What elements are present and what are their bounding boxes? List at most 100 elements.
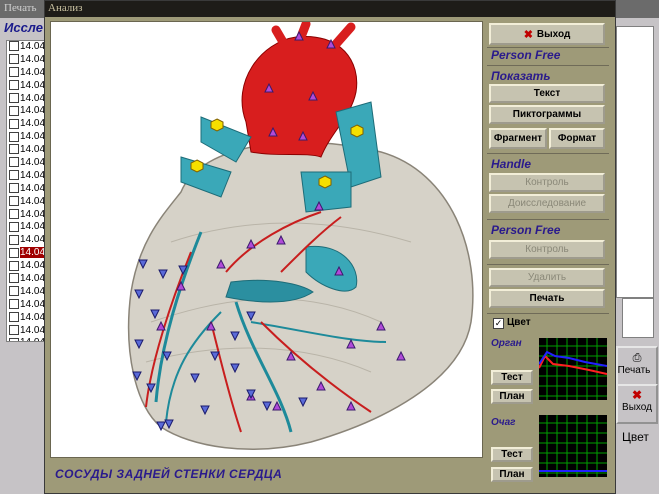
exit-button[interactable]: ✖ Выход	[489, 23, 605, 45]
analysis-dialog: Анализ СОСУДЫ ЗАДНЕЙ СТЕНКИ СЕРДЦА ✖ Вых…	[44, 0, 616, 494]
background-exit-button[interactable]: ✖ Выход	[616, 384, 658, 424]
row-checkbox[interactable]	[9, 80, 19, 91]
row-date-label: 14.04	[20, 324, 46, 336]
list-item[interactable]: 14.04	[7, 273, 49, 286]
row-checkbox[interactable]	[9, 247, 19, 258]
list-item[interactable]: 14.04	[7, 196, 49, 209]
row-checkbox[interactable]	[9, 221, 19, 232]
row-date-label: 14.04	[20, 260, 46, 272]
focus-test-button[interactable]: Тест	[491, 447, 533, 462]
row-checkbox[interactable]	[9, 183, 19, 194]
row-checkbox[interactable]	[9, 118, 19, 129]
row-checkbox[interactable]	[9, 170, 19, 181]
list-item[interactable]: 14.04	[7, 118, 49, 131]
list-item[interactable]: 14.04	[7, 221, 49, 234]
background-color-label: Цвет	[622, 430, 649, 444]
person-label-1: Person Free	[491, 48, 561, 62]
list-item[interactable]: 14.04	[7, 312, 49, 325]
row-date-label: 14.04	[20, 131, 46, 143]
control-button-2[interactable]: Контроль	[489, 240, 605, 259]
row-checkbox[interactable]	[9, 144, 19, 155]
list-item[interactable]: 14.04	[7, 93, 49, 106]
list-item[interactable]: 14.04	[7, 325, 49, 338]
control-button-1[interactable]: Контроль	[489, 173, 605, 192]
color-checkbox-label: Цвет	[507, 317, 531, 328]
row-checkbox[interactable]	[9, 92, 19, 103]
organ-chart	[538, 338, 608, 400]
dialog-sidebar: ✖ Выход Person Free Показать Текст Пикто…	[487, 21, 611, 491]
row-checkbox[interactable]	[9, 312, 19, 323]
list-item[interactable]: 14.04	[7, 41, 49, 54]
list-item[interactable]: 14.04	[7, 209, 49, 222]
heart-illustration	[127, 19, 474, 450]
background-list-panel: Иссле 14.04 14.04 14.04 14.04 14.04 14.04 14.0…	[0, 18, 50, 342]
row-date-label: 14.04	[20, 144, 46, 156]
list-item[interactable]: 14.04	[7, 144, 49, 157]
row-date-label: 14.04	[20, 337, 45, 341]
row-checkbox[interactable]	[9, 337, 19, 341]
organ-test-button[interactable]: Тест	[491, 370, 533, 385]
color-checkbox[interactable]: ✓	[493, 318, 504, 329]
list-item[interactable]: 14.04	[7, 183, 49, 196]
background-right-panel-2	[622, 298, 654, 338]
row-date-label: 14.04	[20, 182, 46, 194]
fragment-button[interactable]: Фрагмент	[489, 128, 547, 149]
separator	[487, 153, 609, 154]
row-checkbox[interactable]	[9, 208, 19, 219]
pictograms-button[interactable]: Пиктограммы	[489, 105, 605, 124]
list-item[interactable]: 14.04	[7, 80, 49, 93]
list-item[interactable]: 14.04	[7, 105, 49, 118]
list-item[interactable]: 14.04	[7, 286, 49, 299]
row-date-label: 14.04	[20, 311, 46, 323]
row-checkbox[interactable]	[9, 105, 19, 116]
list-item[interactable]: 14.04	[7, 260, 49, 273]
list-item[interactable]: 14.04	[7, 170, 49, 183]
close-icon: ✖	[631, 388, 643, 402]
heart-illustration-canvas[interactable]	[50, 19, 483, 458]
background-right-panel	[616, 26, 654, 298]
row-checkbox[interactable]	[9, 286, 19, 297]
format-button[interactable]: Формат	[549, 128, 605, 149]
row-date-label: 14.04	[20, 53, 46, 65]
row-date-label: 14.04	[20, 221, 46, 233]
additional-research-button[interactable]: Доисследование	[489, 194, 605, 213]
row-checkbox[interactable]	[9, 234, 19, 245]
list-item[interactable]: 14.04	[7, 131, 49, 144]
row-date-label: 14.04	[20, 285, 46, 297]
row-checkbox[interactable]	[9, 67, 19, 78]
focus-label: Очаг	[491, 417, 516, 428]
delete-button[interactable]: Удалить	[489, 268, 605, 287]
print-button[interactable]: Печать	[489, 289, 605, 308]
background-title: Печать	[4, 2, 37, 14]
row-checkbox[interactable]	[9, 131, 19, 142]
row-checkbox[interactable]	[9, 157, 19, 168]
list-item[interactable]: 14.04	[7, 67, 49, 80]
separator	[487, 219, 609, 220]
background-list-header: Иссле	[4, 20, 43, 35]
list-item[interactable]: 14.04	[7, 299, 49, 312]
row-date-label: 14.04	[20, 105, 46, 117]
text-button[interactable]: Текст	[489, 84, 605, 103]
row-checkbox[interactable]	[9, 273, 19, 284]
row-checkbox[interactable]	[9, 324, 19, 335]
dialog-titlebar: Анализ	[45, 1, 615, 17]
row-date-label: 14.04	[20, 298, 46, 310]
background-print-button[interactable]: ⎙ Печать	[616, 346, 658, 386]
list-item[interactable]: 14.04	[7, 157, 49, 170]
focus-plan-button[interactable]: План	[491, 467, 533, 482]
list-item[interactable]: 14.04	[7, 337, 49, 341]
row-checkbox[interactable]	[9, 196, 19, 207]
organ-plan-button[interactable]: План	[491, 389, 533, 404]
illustration-caption: СОСУДЫ ЗАДНЕЙ СТЕНКИ СЕРДЦА	[55, 467, 283, 481]
row-date-label: 14.04	[20, 118, 46, 130]
list-item[interactable]: 14.04	[7, 247, 49, 260]
row-checkbox[interactable]	[9, 54, 19, 65]
list-item[interactable]: 14.04	[7, 234, 49, 247]
close-icon: ✖	[523, 28, 533, 41]
row-checkbox[interactable]	[9, 299, 19, 310]
row-checkbox[interactable]	[9, 41, 19, 52]
printer-icon: ⎙	[632, 352, 642, 364]
row-checkbox[interactable]	[9, 260, 19, 271]
list-item[interactable]: 14.04	[7, 54, 49, 67]
row-date-label: 14.04	[20, 92, 46, 104]
